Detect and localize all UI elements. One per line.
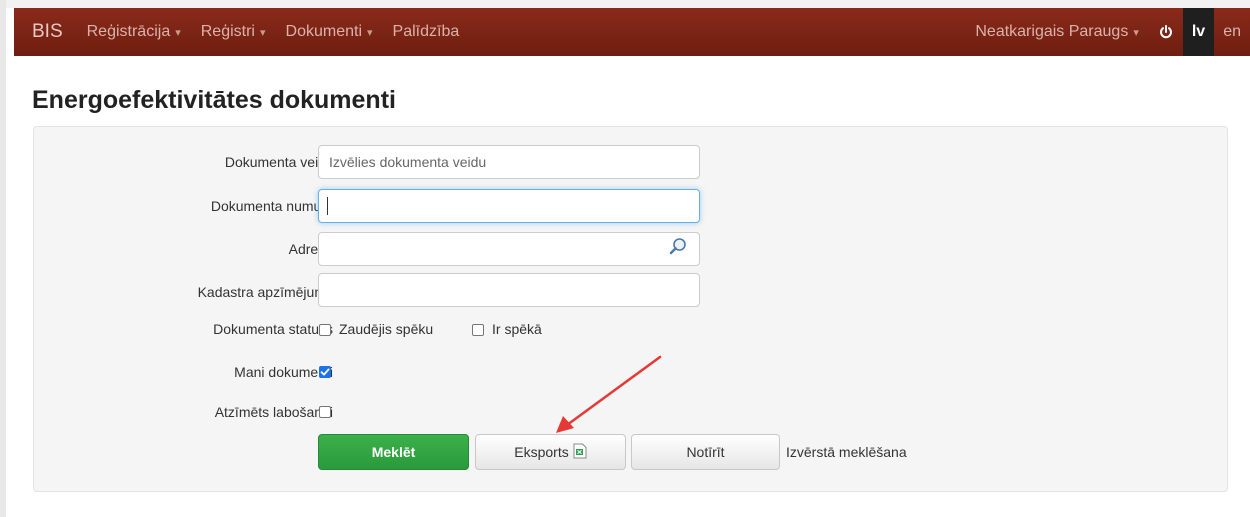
top-navbar: BIS Reģistrācija ▾ Reģistri ▾ Dokumenti ▾ P… (14, 8, 1250, 56)
chevron-down-icon: ▾ (175, 26, 181, 39)
user-menu[interactable]: Neatkarigais Paraugs ▾ (965, 8, 1149, 57)
advanced-search-link[interactable]: Izvērstā meklēšana (786, 443, 907, 461)
clear-button[interactable]: Notīrīt (631, 434, 780, 470)
address-input[interactable] (318, 232, 700, 266)
my-docs-checkbox[interactable] (319, 366, 331, 378)
doc-type-label: Dokumenta veids (224, 154, 333, 170)
status-lost-checkbox[interactable] (319, 324, 331, 336)
magnifier-icon[interactable] (667, 236, 689, 258)
menu-registracija[interactable]: Reģistrācija ▾ (77, 8, 191, 57)
page-title: Energoefektivitātes dokumenti (32, 86, 396, 114)
menu-palidziba[interactable]: Palīdzība (383, 8, 470, 56)
cadastre-label: Kadastra apzīmējums (197, 284, 333, 300)
lang-lv[interactable]: lv (1182, 8, 1215, 56)
marked-checkbox[interactable] (319, 406, 331, 418)
export-button[interactable]: Eksports (475, 434, 626, 470)
marked-label: Atzīmēts labošanai (214, 404, 333, 420)
status-valid-label: Ir spēkā (492, 321, 542, 337)
checkmark-icon (320, 368, 330, 376)
search-button[interactable]: Meklēt (318, 434, 469, 470)
lang-en[interactable]: en (1214, 8, 1250, 56)
doc-number-input[interactable] (318, 189, 700, 223)
menu-registri[interactable]: Reģistri ▾ (191, 8, 276, 57)
text-cursor (327, 197, 328, 215)
doc-type-select[interactable] (318, 145, 700, 179)
power-icon[interactable] (1149, 8, 1183, 56)
doc-number-label: Dokumenta numurs (210, 198, 333, 214)
status-label: Dokumenta statuss (213, 321, 333, 337)
status-lost-label: Zaudējis spēku (339, 321, 434, 337)
status-valid-checkbox[interactable] (472, 324, 484, 336)
excel-file-icon (573, 443, 587, 462)
menu-dokumenti[interactable]: Dokumenti ▾ (276, 8, 383, 57)
cadastre-input[interactable] (318, 273, 700, 307)
chevron-down-icon: ▾ (1133, 26, 1139, 39)
brand-logo[interactable]: BIS (14, 8, 77, 56)
chevron-down-icon: ▾ (259, 26, 266, 39)
page-left-edge (0, 0, 6, 517)
chevron-down-icon: ▾ (367, 26, 373, 39)
